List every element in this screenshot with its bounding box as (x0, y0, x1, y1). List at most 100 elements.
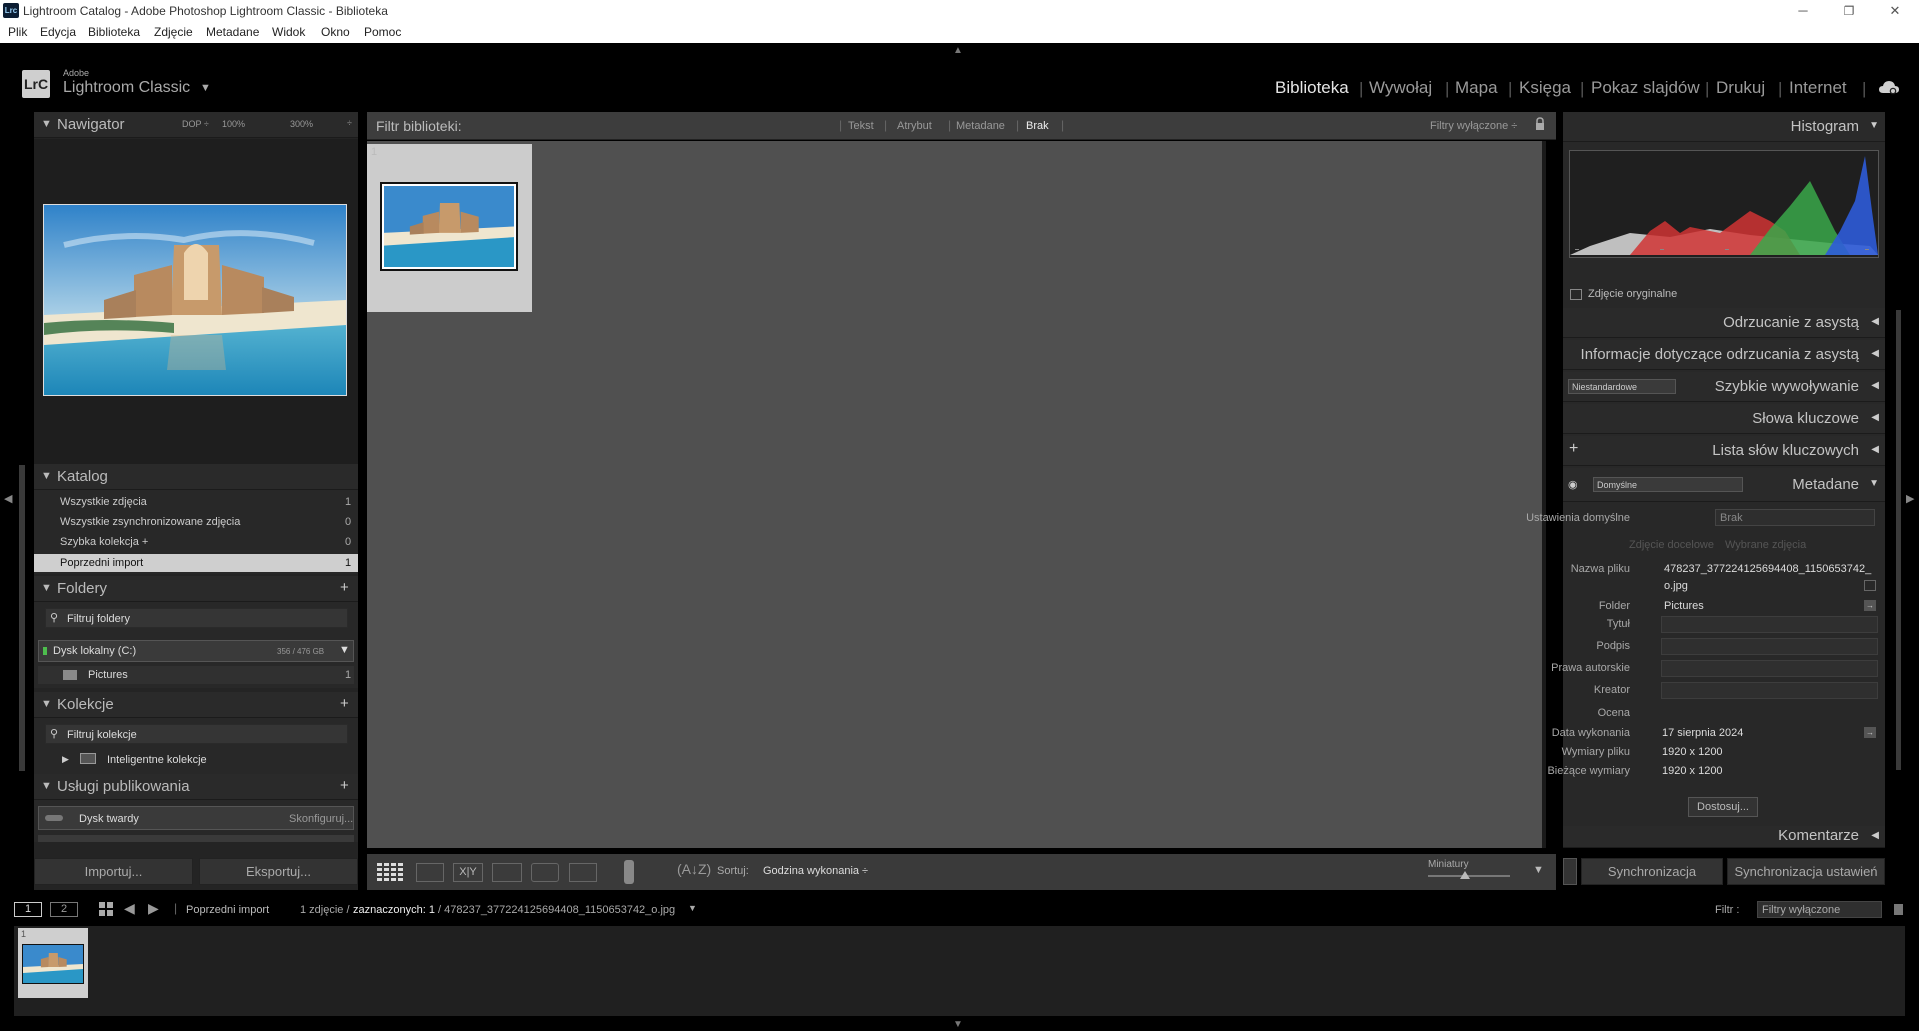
auto-sync-toggle[interactable] (1563, 858, 1577, 885)
menu-widok[interactable]: Widok (272, 25, 305, 39)
import-button[interactable]: Importuj... (34, 858, 193, 885)
close-button[interactable]: ✕ (1880, 2, 1910, 20)
filename-value-line2[interactable]: o.jpg (1664, 580, 1688, 592)
metadata-header[interactable]: ◉ Domyślne Metadane ▼ (1563, 468, 1885, 502)
sync-button[interactable]: Synchronizacja (1581, 858, 1723, 885)
grid-view-icon[interactable] (99, 902, 113, 916)
toolbar-menu-icon[interactable]: ▼ (1533, 864, 1544, 876)
histogram-header[interactable]: Histogram ▼ (1563, 112, 1885, 142)
grid-cell-selected[interactable]: 1 (367, 144, 532, 312)
catalog-item-synced[interactable]: Wszystkie zsynchronizowane zdjęcia (60, 516, 240, 528)
add-collection-icon[interactable]: + (340, 695, 349, 712)
folder-filter-input[interactable]: ⚲ Filtruj foldery (45, 608, 348, 628)
add-keyword-icon[interactable]: + (1569, 440, 1578, 458)
filter-metadata[interactable]: Metadane (956, 120, 1005, 132)
filmstrip[interactable]: 1 (14, 926, 1905, 1016)
grid-view[interactable]: 1 (367, 141, 1542, 848)
quick-develop-preset-select[interactable]: Niestandardowe (1568, 379, 1676, 394)
export-button[interactable]: Eksportuj... (199, 858, 358, 885)
ai-info-header[interactable]: Informacje dotyczące odrzucania z asystą… (1563, 340, 1885, 370)
sort-direction-icon[interactable]: (A↓Z) (677, 861, 711, 877)
metadata-preset-value[interactable]: Brak (1715, 509, 1875, 526)
caption-field[interactable] (1661, 638, 1878, 655)
module-internet[interactable]: Internet (1789, 78, 1847, 98)
grid-view-icon[interactable] (376, 862, 404, 882)
filmstrip-info-menu-icon[interactable]: ▼ (688, 903, 697, 913)
filter-preset-select[interactable]: Filtry wyłączone ÷ (1430, 120, 1517, 132)
smart-collections-label[interactable]: Inteligentne kolekcje (107, 754, 207, 766)
filter-attribute[interactable]: Atrybut (897, 120, 932, 132)
metadata-preset-select[interactable]: Domyślne (1593, 477, 1743, 492)
volume-menu-icon[interactable]: ▼ (339, 644, 350, 656)
menu-metadane[interactable]: Metadane (206, 25, 259, 39)
creator-field[interactable] (1661, 682, 1878, 699)
module-drukuj[interactable]: Drukuj (1716, 78, 1765, 98)
menu-okno[interactable]: Okno (321, 25, 350, 39)
right-panel-scrollbar[interactable] (1896, 310, 1901, 770)
module-ksiega[interactable]: Księga (1519, 78, 1571, 98)
filmstrip-toggle-icon[interactable]: ▼ (953, 1019, 963, 1030)
loupe-view-icon[interactable] (416, 863, 444, 882)
catalog-item-all-photos[interactable]: Wszystkie zdjęcia (60, 496, 147, 508)
customize-button[interactable]: Dostosuj... (1688, 797, 1758, 817)
survey-view-icon[interactable] (492, 863, 522, 882)
menu-plik[interactable]: Plik (8, 25, 27, 39)
quick-develop-header[interactable]: Niestandardowe Szybkie wywoływanie ◀ (1563, 372, 1885, 402)
catalog-item-previous-import[interactable]: Poprzedni import 1 (34, 554, 358, 572)
publish-configure-link[interactable]: Skonfiguruj... (289, 813, 353, 825)
collection-filter-input[interactable]: ⚲ Filtruj kolekcje (45, 724, 348, 744)
expand-triangle-icon[interactable]: ▶ (62, 754, 69, 765)
original-photo-checkbox[interactable] (1570, 289, 1582, 300)
right-panel-toggle-icon[interactable]: ▶ (1906, 492, 1914, 505)
maximize-button[interactable]: ❐ (1834, 2, 1864, 20)
catalog-header[interactable]: ▼ Katalog (34, 464, 358, 490)
painter-icon[interactable] (624, 860, 634, 884)
module-wywolaj[interactable]: Wywołaj (1369, 78, 1432, 98)
ai-denoise-header[interactable]: Odrzucanie z asystą ◀ (1563, 308, 1885, 338)
module-mapa[interactable]: Mapa (1455, 78, 1498, 98)
publish-header[interactable]: ▼ Usługi publikowania + (34, 774, 358, 800)
menu-pomoc[interactable]: Pomoc (364, 25, 401, 39)
rename-icon[interactable] (1864, 580, 1876, 591)
publish-service-hard-drive[interactable]: Dysk twardy Skonfiguruj... (38, 806, 354, 830)
compare-view-icon[interactable]: X|Y (453, 863, 483, 882)
lock-icon[interactable] (1535, 117, 1545, 131)
folders-header[interactable]: ▼ Foldery + (34, 576, 358, 602)
menu-edycja[interactable]: Edycja (40, 25, 76, 39)
title-field[interactable] (1661, 616, 1878, 633)
add-publish-service-icon[interactable]: + (340, 777, 349, 794)
back-arrow-icon[interactable]: ◀ (124, 900, 135, 917)
go-to-folder-icon[interactable]: → (1864, 600, 1876, 611)
grid-thumbnail[interactable] (380, 182, 518, 271)
collections-header[interactable]: ▼ Kolekcje + (34, 692, 358, 718)
comments-header[interactable]: Komentarze ◀ (1563, 826, 1885, 848)
filter-text[interactable]: Tekst (848, 120, 874, 132)
left-panel-scrollbar[interactable] (19, 465, 25, 771)
left-panel-toggle-icon[interactable]: ◀ (4, 492, 12, 505)
keyword-list-header[interactable]: + Lista słów kluczowych ◀ (1563, 436, 1885, 466)
navigator-preview[interactable] (34, 139, 358, 464)
catalog-item-quick-collection[interactable]: Szybka kolekcja + (60, 536, 148, 548)
top-panel-toggle-icon[interactable]: ▲ (953, 45, 963, 56)
filter-none[interactable]: Brak (1026, 120, 1049, 132)
forward-arrow-icon[interactable]: ▶ (148, 900, 159, 917)
screen-1-button[interactable]: 1 (14, 902, 42, 917)
menu-zdjecie[interactable]: Zdjęcie (154, 25, 193, 39)
people-view-icon[interactable] (531, 863, 559, 882)
secondary-display-icon[interactable] (569, 863, 597, 882)
filmstrip-thumbnail-cell[interactable]: 1 (18, 928, 88, 998)
volume-row[interactable]: Dysk lokalny (C:) 356 / 476 GB ▼ (38, 640, 354, 662)
menu-biblioteka[interactable]: Biblioteka (88, 25, 140, 39)
sync-settings-button[interactable]: Synchronizacja ustawień (1727, 858, 1885, 885)
filmstrip-source[interactable]: Poprzedni import (186, 904, 269, 916)
zoom-menu-icon[interactable]: ÷ (347, 118, 352, 128)
zoom-fit[interactable]: DOP ÷ (182, 119, 209, 129)
sort-select[interactable]: Godzina wykonania ÷ (763, 865, 868, 877)
identity-menu-icon[interactable]: ▼ (200, 82, 211, 94)
keywording-header[interactable]: Słowa kluczowe ◀ (1563, 404, 1885, 434)
lock-icon[interactable] (1894, 904, 1903, 915)
copyright-field[interactable] (1661, 660, 1878, 677)
go-to-date-icon[interactable]: → (1864, 727, 1876, 738)
eye-icon[interactable]: ◉ (1568, 478, 1578, 491)
filmstrip-filter-select[interactable]: Filtry wyłączone (1757, 901, 1882, 918)
